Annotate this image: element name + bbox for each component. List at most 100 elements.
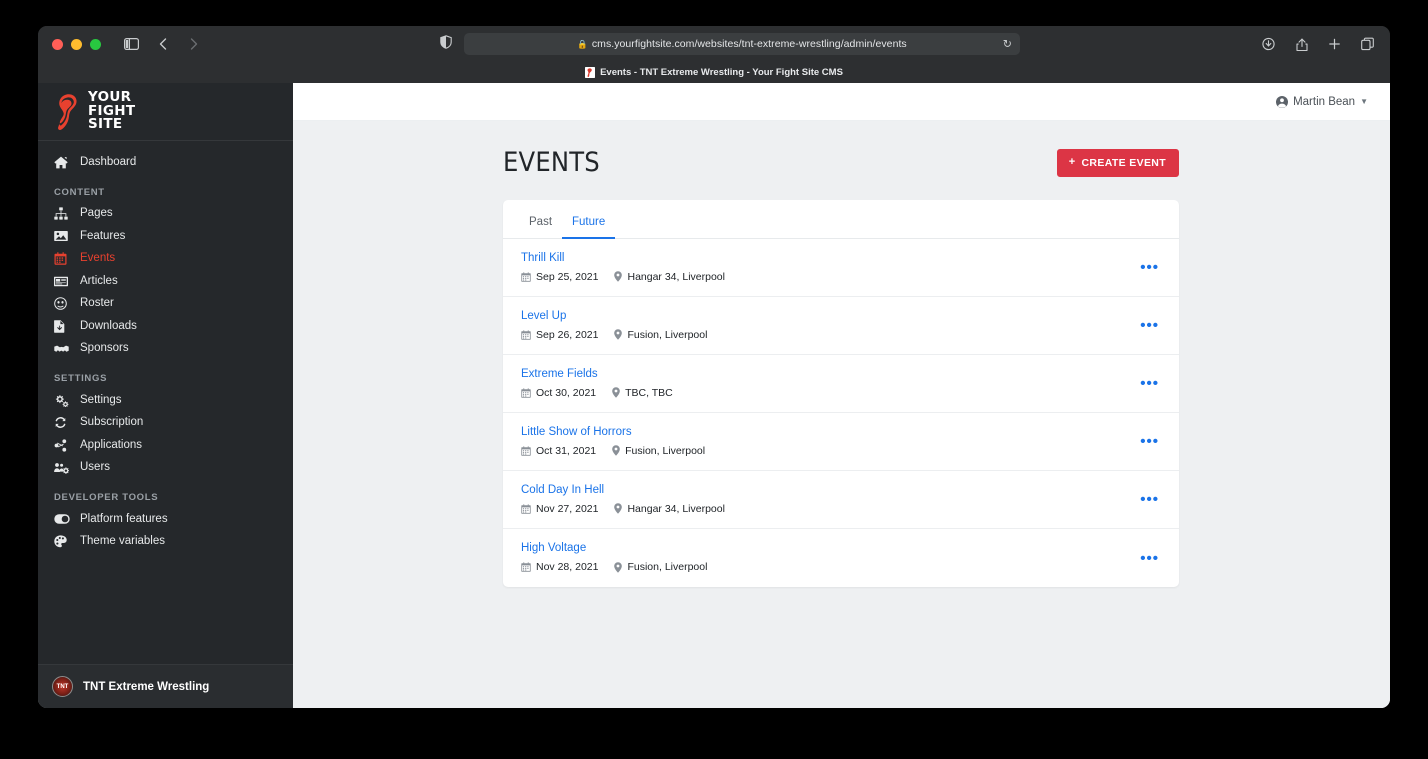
- table-row: Little Show of Horrors Oct 31, 2021 Fusi…: [503, 413, 1179, 471]
- sidebar-item-label: Events: [80, 252, 116, 264]
- sidebar-item-sponsors[interactable]: Sponsors: [38, 338, 293, 361]
- event-date-text: Nov 27, 2021: [536, 502, 599, 515]
- maximize-window-button[interactable]: [90, 38, 101, 50]
- favicon-icon: [585, 67, 596, 78]
- sidebar-item-dashboard[interactable]: Dashboard: [38, 151, 293, 174]
- event-title-link[interactable]: High Voltage: [521, 543, 707, 555]
- calendar-alt-icon: [521, 329, 531, 340]
- sidebar-item-platform-features[interactable]: Platform features: [38, 508, 293, 531]
- browser-tab[interactable]: Events - TNT Extreme Wrestling - Your Fi…: [585, 67, 843, 78]
- brand-name: YOUR FIGHT SITE: [88, 91, 135, 132]
- sidebar-item-label: Applications: [80, 438, 143, 451]
- toolbar-left-icons: [123, 36, 202, 53]
- sidebar-item-articles[interactable]: Articles: [38, 270, 293, 293]
- user-name: Martin Bean: [1293, 95, 1356, 108]
- event-title-link[interactable]: Cold Day In Hell: [521, 484, 725, 497]
- event-meta: Sep 25, 2021 Hangar 34, Liverpool: [521, 271, 725, 282]
- event-venue: Hangar 34, Liverpool: [614, 271, 725, 282]
- sidebar-item-events[interactable]: Events: [38, 248, 293, 271]
- map-marker-icon: [614, 562, 623, 573]
- event-info: Thrill Kill Sep 25, 2021 Hangar 34, Live…: [521, 252, 725, 283]
- content-container: EVENTS + CREATE EVENT Past Future Thrill…: [503, 147, 1179, 587]
- event-venue-text: Fusion, Liverpool: [627, 328, 708, 341]
- table-row: Extreme Fields Oct 30, 2021 TBC, TBC •••: [503, 355, 1179, 413]
- sidebar-item-settings[interactable]: Settings: [38, 389, 293, 412]
- share-icon[interactable]: [1293, 36, 1310, 53]
- sidebar-toggle-icon[interactable]: [123, 36, 140, 53]
- table-row: High Voltage Nov 28, 2021 Fusion, Liverp…: [503, 529, 1179, 587]
- new-tab-icon[interactable]: [1326, 36, 1343, 53]
- sidebar-item-label: Subscription: [80, 416, 144, 428]
- sidebar-item-label: Settings: [80, 393, 122, 406]
- sidebar-nav: Dashboard CONTENT Pages Features Events …: [38, 141, 293, 664]
- tab-future[interactable]: Future: [562, 216, 616, 239]
- table-row: Thrill Kill Sep 25, 2021 Hangar 34, Live…: [503, 239, 1179, 297]
- share-alt-icon: [54, 438, 71, 452]
- fist-logo-icon: [52, 92, 82, 132]
- event-venue-text: Fusion, Liverpool: [627, 561, 708, 573]
- sidebar-item-applications[interactable]: Applications: [38, 434, 293, 457]
- sidebar-item-label: Roster: [80, 297, 114, 309]
- event-meta: Nov 27, 2021 Hangar 34, Liverpool: [521, 503, 725, 514]
- close-window-button[interactable]: [52, 38, 63, 50]
- user-circle-icon: [1276, 95, 1289, 108]
- event-info: Level Up Sep 26, 2021 Fusion, Liverpool: [521, 310, 707, 341]
- tab-overview-icon[interactable]: [1359, 36, 1376, 53]
- event-date-text: Sep 26, 2021: [536, 328, 599, 341]
- event-date-text: Oct 31, 2021: [536, 444, 597, 457]
- top-navbar: Martin Bean ▼: [293, 83, 1390, 121]
- event-meta: Oct 31, 2021 Fusion, Liverpool: [521, 445, 705, 456]
- event-venue: Hangar 34, Liverpool: [614, 503, 725, 514]
- downloads-icon[interactable]: [1260, 36, 1277, 53]
- brand-logo-area[interactable]: YOUR FIGHT SITE: [38, 83, 293, 141]
- browser-toolbar: 🔒 cms.yourfightsite.com/websites/tnt-ext…: [38, 26, 1390, 62]
- row-actions-menu[interactable]: •••: [1136, 432, 1163, 451]
- sidebar-item-subscription[interactable]: Subscription: [38, 412, 293, 435]
- row-actions-menu[interactable]: •••: [1136, 316, 1163, 335]
- event-venue: Fusion, Liverpool: [612, 445, 705, 456]
- create-event-button[interactable]: + CREATE EVENT: [1056, 148, 1179, 177]
- page-viewport: YOUR FIGHT SITE Dashboard CONTENT Pages …: [38, 83, 1390, 708]
- minimize-window-button[interactable]: [71, 38, 82, 50]
- sidebar-item-roster[interactable]: Roster: [38, 293, 293, 316]
- event-date-text: Oct 30, 2021: [536, 386, 597, 399]
- brand-line-3: SITE: [88, 116, 123, 133]
- row-actions-menu[interactable]: •••: [1136, 549, 1163, 568]
- event-title-link[interactable]: Thrill Kill: [521, 252, 725, 265]
- event-date: Sep 26, 2021: [521, 328, 599, 341]
- row-actions-menu[interactable]: •••: [1136, 374, 1163, 393]
- sidebar-item-users[interactable]: Users: [38, 457, 293, 480]
- sidebar-heading-developer-tools: DEVELOPER TOOLS: [54, 492, 159, 503]
- event-venue: Fusion, Liverpool: [614, 329, 707, 340]
- tab-past[interactable]: Past: [519, 216, 562, 240]
- page-header: EVENTS + CREATE EVENT: [503, 147, 1179, 178]
- address-bar[interactable]: 🔒 cms.yourfightsite.com/websites/tnt-ext…: [464, 33, 1020, 55]
- table-row: Level Up Sep 26, 2021 Fusion, Liverpool: [503, 297, 1179, 355]
- sidebar-item-label: Downloads: [80, 319, 137, 332]
- event-info: Extreme Fields Oct 30, 2021 TBC, TBC: [521, 368, 673, 399]
- row-actions-menu[interactable]: •••: [1136, 258, 1163, 277]
- shield-icon[interactable]: [440, 34, 452, 54]
- sidebar-site-switcher[interactable]: TNT TNT Extreme Wrestling: [38, 664, 293, 708]
- event-info: High Voltage Nov 28, 2021 Fusion, Liverp…: [521, 543, 707, 573]
- event-title-link[interactable]: Little Show of Horrors: [521, 426, 705, 439]
- event-title-link[interactable]: Extreme Fields: [521, 368, 673, 381]
- event-meta: Oct 30, 2021 TBC, TBC: [521, 387, 673, 398]
- row-actions-menu[interactable]: •••: [1136, 490, 1163, 509]
- back-arrow-icon[interactable]: [154, 36, 171, 53]
- sidebar-item-downloads[interactable]: Downloads: [38, 315, 293, 338]
- image-icon: [54, 229, 71, 243]
- forward-arrow-icon: [185, 36, 202, 53]
- reload-icon[interactable]: ↻: [1003, 38, 1012, 51]
- page-title: EVENTS: [503, 147, 600, 178]
- sidebar-item-pages[interactable]: Pages: [38, 203, 293, 226]
- sidebar-item-features[interactable]: Features: [38, 225, 293, 248]
- user-menu[interactable]: Martin Bean ▼: [1276, 95, 1368, 108]
- sidebar-item-theme-variables[interactable]: Theme variables: [38, 531, 293, 554]
- event-title-link[interactable]: Level Up: [521, 310, 707, 323]
- page-content: EVENTS + CREATE EVENT Past Future Thrill…: [293, 121, 1390, 708]
- file-download-icon: [54, 319, 71, 333]
- sidebar-item-label: Dashboard: [80, 155, 137, 168]
- users-cog-icon: [54, 461, 71, 475]
- newspaper-icon: [54, 274, 71, 288]
